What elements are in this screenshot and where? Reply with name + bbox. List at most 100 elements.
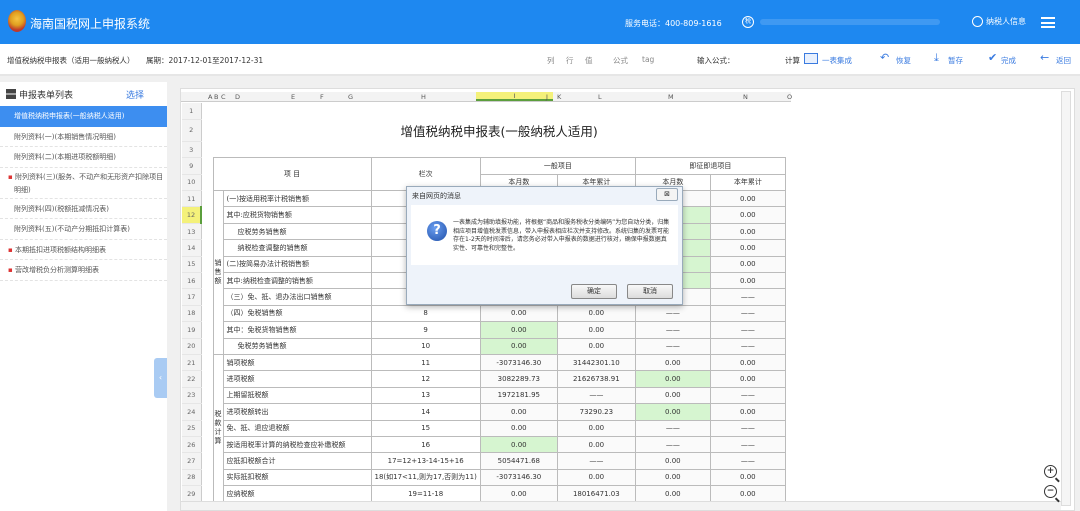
col-field[interactable]: 列 [547, 55, 555, 66]
zoom-out-icon[interactable]: − [1044, 485, 1057, 498]
year-total-immediate[interactable]: —— [709, 419, 786, 437]
row-number[interactable]: 16 [182, 272, 202, 290]
year-total-general[interactable]: 73290.23 [556, 403, 636, 421]
row-number[interactable]: 26 [182, 436, 202, 454]
column-header[interactable]: B [214, 93, 218, 101]
current-month-immediate[interactable]: 0.00 [634, 353, 711, 372]
current-month-general[interactable]: 5054471.68 [479, 452, 558, 470]
year-total-general[interactable]: 0.00 [556, 321, 636, 339]
row-number[interactable]: 20 [182, 338, 202, 355]
column-header[interactable]: I [476, 92, 553, 101]
row-number[interactable]: 3 [182, 141, 202, 159]
column-header[interactable]: O [787, 93, 792, 101]
row-number[interactable]: 24 [182, 403, 202, 421]
taxpayer-info-link[interactable]: 纳税人信息 [972, 16, 1026, 27]
year-total-immediate[interactable]: 0.00 [709, 190, 786, 208]
year-total-immediate[interactable]: 0.00 [709, 370, 786, 388]
sidebar-item[interactable]: 附列资料(二)(本期进项税额明细) [0, 147, 167, 168]
current-month-general[interactable]: 0.00 [479, 419, 558, 437]
current-month-immediate[interactable]: 0.00 [634, 485, 711, 503]
column-header[interactable]: C [221, 93, 226, 101]
year-total-general[interactable]: 0.00 [556, 435, 636, 454]
year-total-immediate[interactable]: 0.00 [709, 222, 786, 241]
current-month-immediate[interactable]: 0.00 [634, 452, 711, 470]
sidebar-item[interactable]: 附列资料(四)(税额抵减情况表) [0, 199, 167, 219]
year-total-immediate[interactable]: 0.00 [709, 272, 786, 290]
year-total-general[interactable]: 0.00 [556, 304, 636, 323]
row-number[interactable]: 23 [182, 387, 202, 405]
row-number[interactable]: 12 [182, 206, 202, 224]
row-number[interactable]: 28 [182, 469, 202, 487]
row-number[interactable]: 18 [182, 305, 202, 323]
current-month-immediate[interactable]: 0.00 [634, 386, 711, 405]
cancel-button[interactable]: 取消 [627, 284, 673, 299]
row-number[interactable]: 2 [182, 119, 202, 142]
restore-button[interactable]: 恢复 [896, 55, 911, 66]
select-forms-button[interactable]: 选择 [126, 88, 144, 101]
year-total-immediate[interactable]: —— [709, 452, 786, 470]
column-header[interactable]: N [743, 93, 748, 101]
value-field[interactable]: 值 [585, 55, 593, 66]
column-header[interactable]: M [668, 93, 674, 101]
calc-button[interactable]: 计算 [785, 55, 800, 66]
year-total-immediate[interactable]: 0.00 [709, 468, 786, 487]
current-month-general[interactable]: 0.00 [479, 485, 558, 503]
row-number[interactable]: 1 [182, 103, 202, 120]
horizontal-scrollbar[interactable] [181, 501, 1061, 510]
current-month-general[interactable]: 0.00 [479, 304, 558, 323]
one-click-integrate-button[interactable]: 一表集成 [822, 55, 852, 66]
sidebar-item[interactable]: 附列资料(一)(本期销售情况明细) [0, 127, 167, 147]
current-month-immediate[interactable]: —— [634, 337, 711, 355]
year-total-immediate[interactable]: 0.00 [709, 403, 786, 421]
row-number[interactable]: 13 [182, 223, 202, 241]
current-month-immediate[interactable]: —— [634, 419, 711, 437]
collapse-sidebar-button[interactable]: ‹ [154, 358, 167, 398]
column-header[interactable]: H [421, 93, 426, 101]
sidebar-item[interactable]: 增值税纳税申报表(一般纳税人适用) [0, 106, 167, 127]
current-month-general[interactable]: 0.00 [479, 435, 558, 454]
current-month-immediate[interactable]: —— [634, 304, 711, 323]
sidebar-item[interactable]: ▪ 本期抵扣进项税额结构明细表 [0, 240, 167, 260]
tag-field[interactable]: tag [642, 55, 654, 64]
current-month-immediate[interactable]: —— [634, 435, 711, 454]
year-total-general[interactable]: 21626738.91 [556, 370, 636, 388]
year-total-immediate[interactable]: 0.00 [709, 206, 786, 224]
save-draft-button[interactable]: 暂存 [948, 55, 963, 66]
current-month-general[interactable]: 1972181.95 [479, 386, 558, 405]
current-month-general[interactable]: 0.00 [479, 403, 558, 421]
year-total-immediate[interactable]: 0.00 [709, 485, 786, 503]
year-total-immediate[interactable]: —— [709, 304, 786, 323]
current-month-immediate[interactable]: —— [634, 321, 711, 339]
row-number[interactable]: 27 [182, 452, 202, 470]
row-number[interactable]: 25 [182, 420, 202, 437]
year-total-general[interactable]: 0.00 [556, 419, 636, 437]
column-header[interactable]: E [291, 93, 295, 101]
column-header[interactable]: G [348, 93, 353, 101]
year-total-immediate[interactable]: 0.00 [709, 255, 786, 274]
row-field[interactable]: 行 [566, 55, 574, 66]
year-total-immediate[interactable]: —— [709, 435, 786, 454]
sidebar-item[interactable]: ▪ 营改增税负分析测算明细表 [0, 260, 167, 281]
current-month-immediate[interactable]: 0.00 [634, 370, 711, 388]
row-number[interactable]: 21 [182, 354, 202, 372]
row-number[interactable]: 15 [182, 256, 202, 274]
row-number[interactable]: 22 [182, 370, 202, 388]
row-number[interactable]: 17 [182, 288, 202, 306]
column-header[interactable]: J [546, 93, 548, 101]
year-total-general[interactable]: —— [556, 386, 636, 405]
current-month-general[interactable]: -3073146.30 [479, 353, 558, 372]
zoom-in-icon[interactable]: + [1044, 465, 1057, 478]
formula-field[interactable]: 公式 [613, 55, 628, 66]
year-total-general[interactable]: 0.00 [556, 468, 636, 487]
year-total-immediate[interactable]: —— [709, 386, 786, 405]
year-total-immediate[interactable]: 0.00 [709, 239, 786, 257]
column-header[interactable]: A [208, 93, 212, 101]
year-total-general[interactable]: —— [556, 452, 636, 470]
column-header[interactable]: K [557, 93, 561, 101]
sidebar-item[interactable]: 附列资料(五)(不动产分期抵扣计算表) [0, 219, 167, 240]
row-number[interactable]: 14 [182, 239, 202, 257]
column-header[interactable]: D [235, 93, 240, 101]
row-number[interactable]: 9 [182, 157, 202, 175]
current-month-general[interactable]: -3073146.30 [479, 468, 558, 487]
year-total-general[interactable]: 18016471.03 [556, 485, 636, 503]
